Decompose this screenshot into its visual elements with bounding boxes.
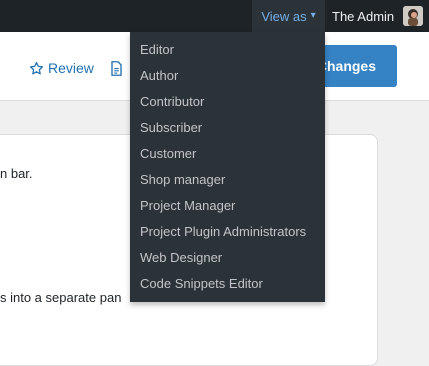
view-as-option-customer[interactable]: Customer (130, 141, 325, 167)
view-as-option-author[interactable]: Author (130, 63, 325, 89)
review-link[interactable]: Review (29, 58, 94, 78)
admin-bar: View as ▾ The Admin (0, 0, 429, 32)
view-as-option-subscriber[interactable]: Subscriber (130, 115, 325, 141)
content-text-line: s into a separate pan (0, 290, 122, 305)
content-text-line: n bar. (0, 166, 33, 181)
view-as-menu-toggle[interactable]: View as ▾ (252, 0, 325, 32)
view-as-label: View as (261, 8, 307, 24)
view-as-dropdown: Editor Author Contributor Subscriber Cus… (130, 32, 325, 302)
view-as-option-editor[interactable]: Editor (130, 37, 325, 63)
my-account-menu[interactable]: The Admin (325, 0, 429, 32)
view-as-option-code-snippets-editor[interactable]: Code Snippets Editor (130, 271, 325, 297)
view-as-option-shop-manager[interactable]: Shop manager (130, 167, 325, 193)
document-link[interactable] (110, 58, 123, 78)
document-icon (111, 60, 122, 76)
view-as-option-contributor[interactable]: Contributor (130, 89, 325, 115)
view-as-option-project-manager[interactable]: Project Manager (130, 193, 325, 219)
review-label: Review (48, 60, 94, 76)
account-name: The Admin (332, 8, 395, 24)
view-as-option-web-designer[interactable]: Web Designer (130, 245, 325, 271)
star-outline-icon (29, 61, 44, 74)
view-as-option-project-plugin-administrators[interactable]: Project Plugin Administrators (130, 219, 325, 245)
avatar (403, 6, 423, 26)
save-button-label: Changes (316, 58, 376, 74)
caret-down-icon: ▾ (310, 10, 316, 21)
